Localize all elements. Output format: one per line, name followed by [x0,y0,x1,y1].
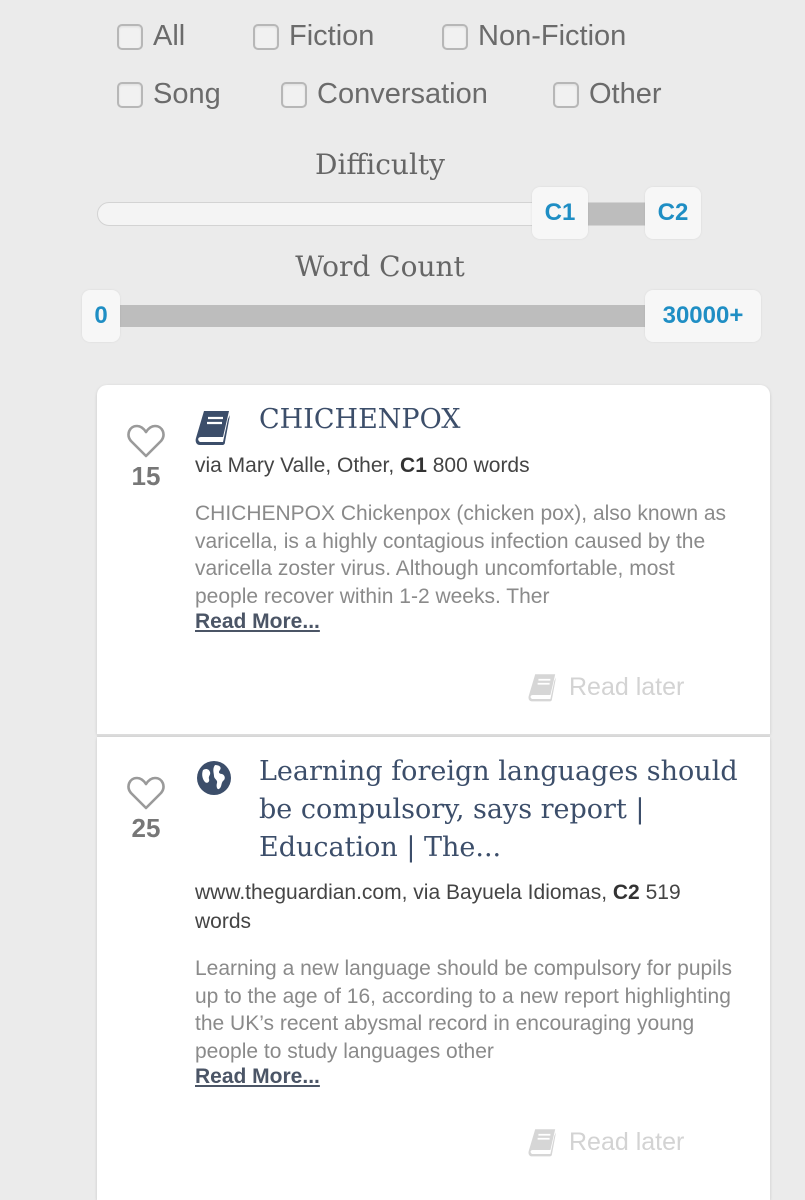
filter-label: Fiction [289,20,375,52]
article-words: 800 words [426,454,530,477]
filter-conversation[interactable]: Conversation [281,78,488,111]
book-icon [528,674,556,702]
article-title[interactable]: Learning foreign languages should be com… [259,753,749,867]
read-later-label: Read later [569,672,685,701]
article-card: 15 CHICHENPOX via Mary Valle, Other, C1 … [97,385,770,734]
read-more-link[interactable]: Read More... [195,1065,320,1089]
word-count-min-handle[interactable]: 0 [82,290,120,342]
article-excerpt: CHICHENPOX Chickenpox (chicken pox), als… [195,502,727,608]
heart-icon[interactable] [126,423,166,459]
like-control[interactable]: 25 [123,775,169,844]
read-more-link[interactable]: Read More... [195,610,320,634]
filter-all[interactable]: All [117,20,185,53]
filter-label: Conversation [317,78,488,110]
like-count: 15 [131,461,161,491]
book-icon [195,407,235,452]
read-later-label: Read later [569,1127,685,1156]
word-count-max-handle[interactable]: 30000+ [645,290,761,342]
checkbox[interactable] [253,23,279,50]
filter-non-fiction[interactable]: Non-Fiction [442,20,626,53]
word-count-range [108,305,653,327]
like-control[interactable]: 15 [123,423,169,492]
checkbox[interactable] [117,81,143,108]
filter-label: Non-Fiction [478,20,627,52]
globe-icon [195,759,233,802]
read-later-button[interactable]: Read later [527,1126,684,1158]
article-meta: www.theguardian.com, via Bayuela Idiomas… [195,878,735,936]
filter-fiction[interactable]: Fiction [253,20,374,53]
article-excerpt: Learning a new language should be compul… [195,957,733,1063]
filter-song[interactable]: Song [117,78,221,111]
filter-label: Song [153,78,221,110]
word-count-label: Word Count [295,250,465,283]
difficulty-min-handle[interactable]: C1 [532,187,588,239]
filter-label: Other [589,78,662,110]
checkbox[interactable] [442,23,468,50]
article-meta: via Mary Valle, Other, C1 800 words [195,451,735,480]
article-level: C2 [612,881,640,904]
article-card: 25 Learning foreign languages should be … [97,737,770,1200]
like-count: 25 [131,813,161,843]
checkbox[interactable] [553,81,579,108]
difficulty-max-handle[interactable]: C2 [645,187,701,239]
checkbox[interactable] [281,81,307,108]
difficulty-range [585,203,647,225]
article-source: www.theguardian.com, via Bayuela Idiomas… [195,881,613,904]
checkbox[interactable] [117,23,143,50]
filter-other[interactable]: Other [553,78,662,111]
heart-icon[interactable] [126,775,166,811]
article-source: via Mary Valle, Other, [195,454,401,477]
difficulty-label: Difficulty [315,148,445,181]
article-level: C1 [400,454,427,477]
read-later-button[interactable]: Read later [527,671,684,703]
book-icon [528,1129,556,1157]
article-title[interactable]: CHICHENPOX [259,401,749,439]
filter-label: All [153,20,186,52]
